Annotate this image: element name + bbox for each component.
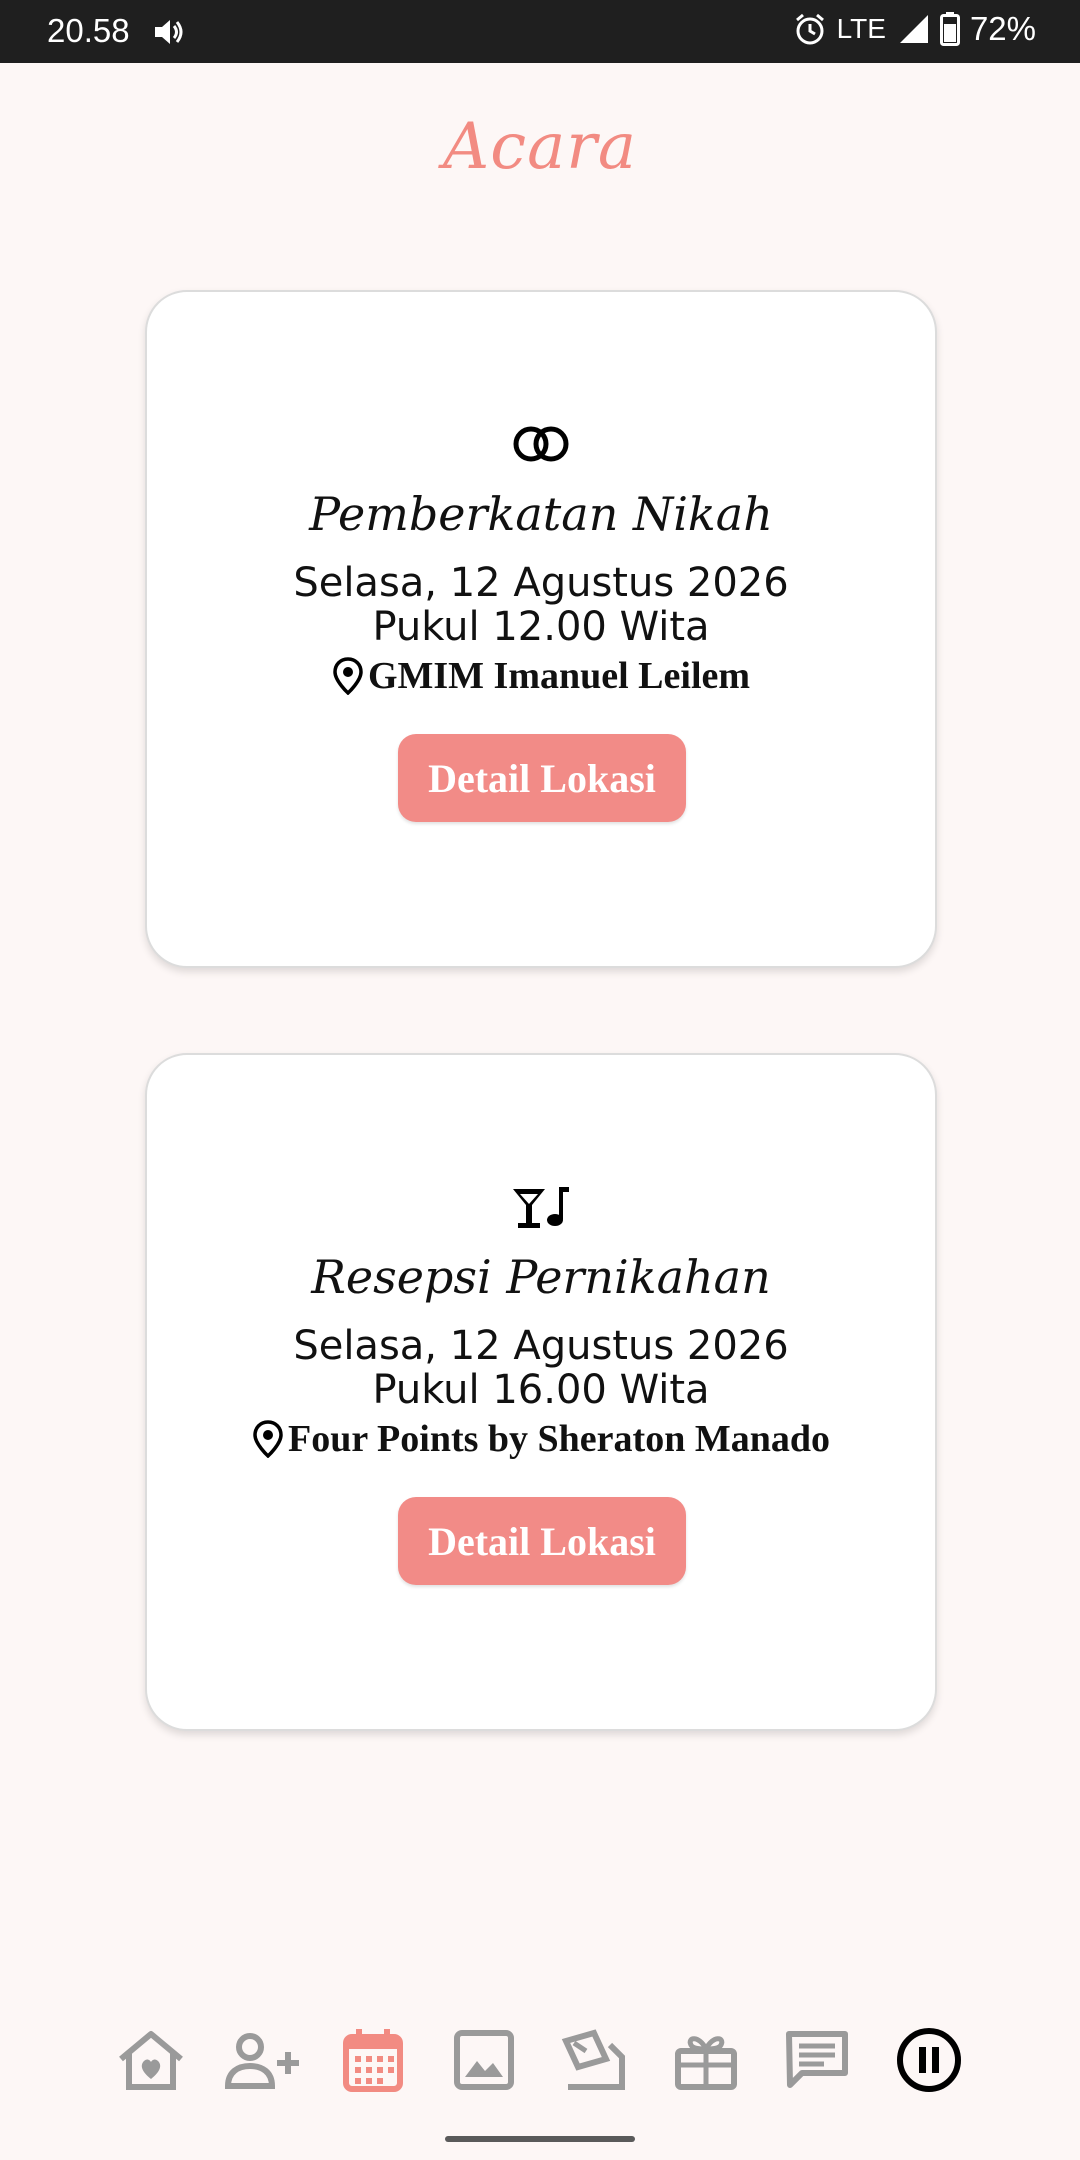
event-location: Four Points by Sheraton Manado: [147, 1417, 935, 1461]
sound-icon: [152, 16, 186, 48]
battery-level: 72%: [969, 10, 1036, 47]
cocktail-music-icon: [147, 1185, 935, 1235]
chat-icon[interactable]: [777, 2020, 857, 2100]
gift-icon[interactable]: [666, 2020, 746, 2100]
home-heart-icon[interactable]: [111, 2020, 191, 2100]
alarm-icon: [793, 12, 827, 46]
event-card-reception: Resepsi Pernikahan Selasa, 12 Agustus 20…: [145, 1053, 937, 1731]
bottom-nav: [0, 2020, 1080, 2100]
detail-location-button[interactable]: Detail Lokasi: [398, 1497, 686, 1585]
event-title: Resepsi Pernikahan: [311, 1250, 771, 1304]
status-indicators: LTE 72%: [793, 10, 1036, 48]
rings-icon: [147, 422, 935, 472]
detail-location-button[interactable]: Detail Lokasi: [398, 734, 686, 822]
event-title: Pemberkatan Nikah: [309, 487, 773, 541]
pause-icon[interactable]: [889, 2020, 969, 2100]
gesture-bar[interactable]: [445, 2136, 635, 2142]
event-location: GMIM Imanuel Leilem: [147, 654, 935, 698]
add-guest-icon[interactable]: [222, 2020, 302, 2100]
network-type: LTE: [836, 13, 886, 44]
message-card-icon[interactable]: [555, 2020, 635, 2100]
event-card-ceremony: Pemberkatan Nikah Selasa, 12 Agustus 202…: [145, 290, 937, 968]
event-date: Selasa, 12 Agustus 2026: [293, 1323, 789, 1369]
location-pin-icon: [252, 1420, 284, 1459]
page-title: Acara: [443, 110, 637, 184]
event-date: Selasa, 12 Agustus 2026: [293, 560, 789, 606]
location-pin-icon: [332, 657, 364, 696]
signal-icon: [898, 13, 930, 45]
gallery-icon[interactable]: [444, 2020, 524, 2100]
location-name: GMIM Imanuel Leilem: [367, 655, 751, 697]
battery-icon: [939, 12, 960, 46]
event-time: Pukul 16.00 Wita: [372, 1367, 710, 1413]
event-time: Pukul 12.00 Wita: [372, 604, 710, 650]
calendar-icon[interactable]: [333, 2020, 413, 2100]
status-time: 20.58: [47, 12, 130, 49]
location-name: Four Points by Sheraton Manado: [288, 1418, 830, 1460]
status-bar: 20.58 LTE 72%: [0, 0, 1080, 63]
